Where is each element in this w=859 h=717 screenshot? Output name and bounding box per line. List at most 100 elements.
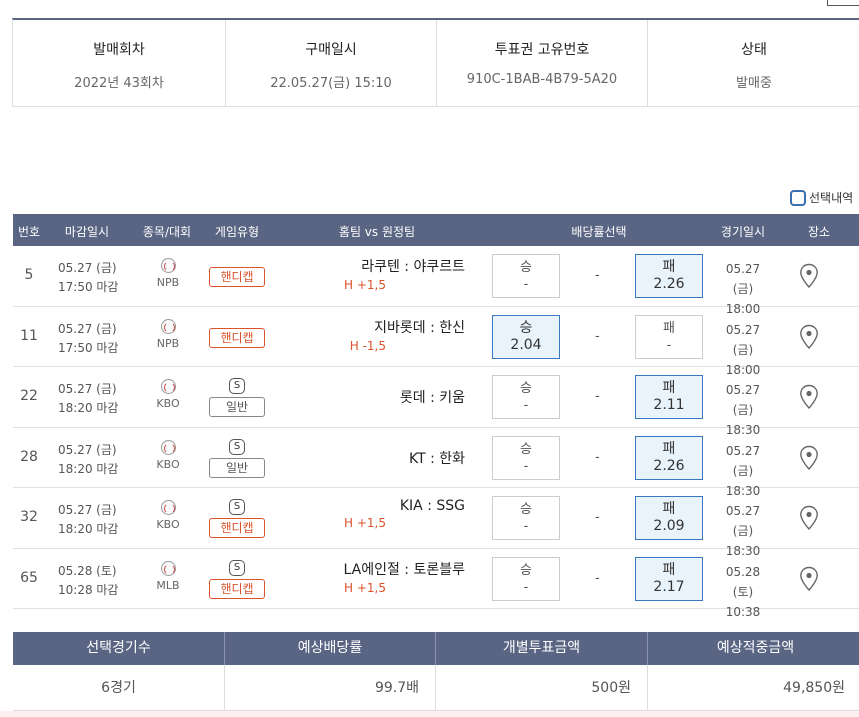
col-league: 종목/대회 <box>142 225 192 239</box>
status-value: 발매중 <box>736 76 772 91</box>
deadline: 05.27 (금) 18:20 마감 <box>58 380 118 418</box>
game-type: 핸디캡 <box>209 327 265 348</box>
win-odds-button[interactable]: 승- <box>492 254 560 298</box>
win-odds-button[interactable]: 승- <box>492 496 560 540</box>
deadline-time: 18:20 마감 <box>58 401 119 415</box>
lose-odds-button[interactable]: 패 2.11 <box>635 375 703 419</box>
deadline-time: 17:50 마감 <box>58 280 119 294</box>
deadline-time: 10:28 마감 <box>58 582 119 597</box>
window-corner-frame <box>827 0 859 6</box>
lose-odds: 2.26 <box>653 457 685 474</box>
deadline: 05.28 (토) 10:28 마감 <box>58 562 118 600</box>
deadline-date: 05.28 (토) <box>58 563 117 578</box>
match-teams: 롯데 : 키움 <box>399 390 465 406</box>
match: 지바롯데 : 한신 H -1,5 <box>273 317 465 353</box>
game-row: 32 05.27 (금) 18:20 마감 KBO S 핸디캡 KIA : SSG H +1,… <box>13 488 859 558</box>
map-pin-icon[interactable] <box>799 566 819 592</box>
match-teams: KT : 한화 <box>408 450 465 467</box>
map-pin-icon[interactable] <box>799 505 819 531</box>
map-pin-icon[interactable] <box>799 263 819 289</box>
lose-odds: 2.26 <box>653 276 685 292</box>
lose-odds-button[interactable]: 패 2.26 <box>635 435 703 480</box>
deadline: 05.27 (금) 18:20 마감 <box>58 501 118 539</box>
selection-toggle[interactable]: 선택내역 <box>790 189 853 206</box>
match: KT : 한화 <box>273 448 465 468</box>
summary-count-value: 6경기 <box>13 665 225 710</box>
draw-odds: - <box>595 328 600 344</box>
win-odds-button[interactable]: 승 2.04 <box>492 314 560 359</box>
round-value: 2022년 43회차 <box>74 76 164 91</box>
handicap-value: H +1,5 <box>344 278 386 292</box>
win-odds: - <box>523 277 529 292</box>
game-date: 05.27 (금) <box>725 383 761 417</box>
game-date: 05.27 (금) <box>725 322 761 357</box>
lose-odds-button[interactable]: 패- <box>635 314 703 359</box>
games-table-header: 번호 마감일시 종목/대회 게임유형 홈팀 vs 원정팀 배당률선택 경기일시 … <box>13 214 859 246</box>
baseball-icon <box>160 500 176 515</box>
league-name: NPB <box>156 276 180 289</box>
win-odds-button[interactable]: 승- <box>492 375 560 419</box>
special-s-icon: S <box>229 559 245 576</box>
deadline-time: 18:20 마감 <box>58 522 119 536</box>
deadline-date: 05.27 (금) <box>58 382 117 396</box>
lose-label: 패 <box>662 440 676 457</box>
game-number-text: 22 <box>20 388 38 404</box>
win-label: 승 <box>519 319 533 336</box>
lose-odds-button[interactable]: 패 2.26 <box>635 254 703 298</box>
map-pin-icon[interactable] <box>799 324 819 350</box>
game-type-badge: 일반 <box>209 397 265 417</box>
deadline-time: 17:50 마감 <box>58 340 119 355</box>
game-type: S 핸디캡 <box>209 559 265 599</box>
lose-label: 패 <box>662 561 676 578</box>
ticket-id-header: 투표권 고유번호 <box>494 42 590 58</box>
game-row: 5 05.27 (금) 17:50 마감 NPB 핸디캡 라쿠텐 : 야쿠르트 H +1,5… <box>13 246 859 316</box>
status-cell: 상태 발매중 <box>648 20 859 106</box>
map-pin-icon[interactable] <box>799 384 819 410</box>
game-number-text: 11 <box>20 327 38 344</box>
selection-checkbox[interactable] <box>790 189 806 206</box>
game-number-text: 65 <box>20 569 38 586</box>
lose-odds: 2.11 <box>653 397 685 413</box>
game-type: S 핸디캡 <box>209 499 265 538</box>
summary-odds-header: 예상배당률 <box>225 632 436 665</box>
summary-odds-value: 99.7배 <box>225 665 436 710</box>
game-type: 핸디캡 <box>209 267 265 287</box>
game-date: 05.28 (토) <box>725 564 761 599</box>
special-s-icon: S <box>229 499 245 515</box>
game-number-text: 28 <box>20 448 38 465</box>
game-type: S 일반 <box>209 378 265 417</box>
ticket-info-table: 발매회차 2022년 43회차 구매일시 22.05.27(금) 15:10 투… <box>12 18 859 107</box>
game-datetime: 05.28 (토) 10:38 <box>715 562 771 622</box>
match-teams: 라쿠텐 : 야쿠르트 <box>361 259 465 275</box>
win-odds-button[interactable]: 승- <box>492 435 560 480</box>
draw-odds: - <box>595 510 600 525</box>
col-no: 번호 <box>17 225 41 239</box>
deadline: 05.27 (금) 17:50 마감 <box>58 259 118 297</box>
lose-odds-button[interactable]: 패 2.09 <box>635 496 703 540</box>
sport-league: NPB <box>156 318 180 350</box>
col-deadline: 마감일시 <box>64 225 110 239</box>
deadline-date: 05.27 (금) <box>58 321 117 336</box>
lose-odds-button[interactable]: 패 2.17 <box>635 556 703 601</box>
handicap-value: H +1,5 <box>344 580 386 595</box>
summary-count-header: 선택경기수 <box>13 632 225 665</box>
win-odds-button[interactable]: 승- <box>492 556 560 601</box>
map-pin-icon[interactable] <box>799 445 819 471</box>
baseball-icon <box>160 439 176 455</box>
summary-payout-value: 49,850원 <box>783 680 845 696</box>
baseball-icon <box>160 258 176 273</box>
lose-label: 패 <box>663 320 675 336</box>
draw-odds: - <box>595 268 600 283</box>
col-odds: 배당률선택 <box>571 225 627 239</box>
game-date: 05.27 (금) <box>725 504 761 538</box>
lose-label: 패 <box>662 259 676 275</box>
special-s-icon: S <box>229 438 245 455</box>
match-teams: KIA : SSG <box>399 498 465 514</box>
lose-odds: 2.17 <box>653 578 685 595</box>
game-row: 11 05.27 (금) 17:50 마감 NPB 핸디캡 지바롯데 : 한신 H -1,5… <box>13 307 859 377</box>
league-name: KBO <box>156 397 180 410</box>
deadline: 05.27 (금) 17:50 마감 <box>58 320 118 358</box>
win-odds: 2.04 <box>510 336 542 353</box>
col-match: 홈팀 vs 원정팀 <box>338 225 416 239</box>
games-table: 번호 마감일시 종목/대회 게임유형 홈팀 vs 원정팀 배당률선택 경기일시 … <box>13 214 859 619</box>
